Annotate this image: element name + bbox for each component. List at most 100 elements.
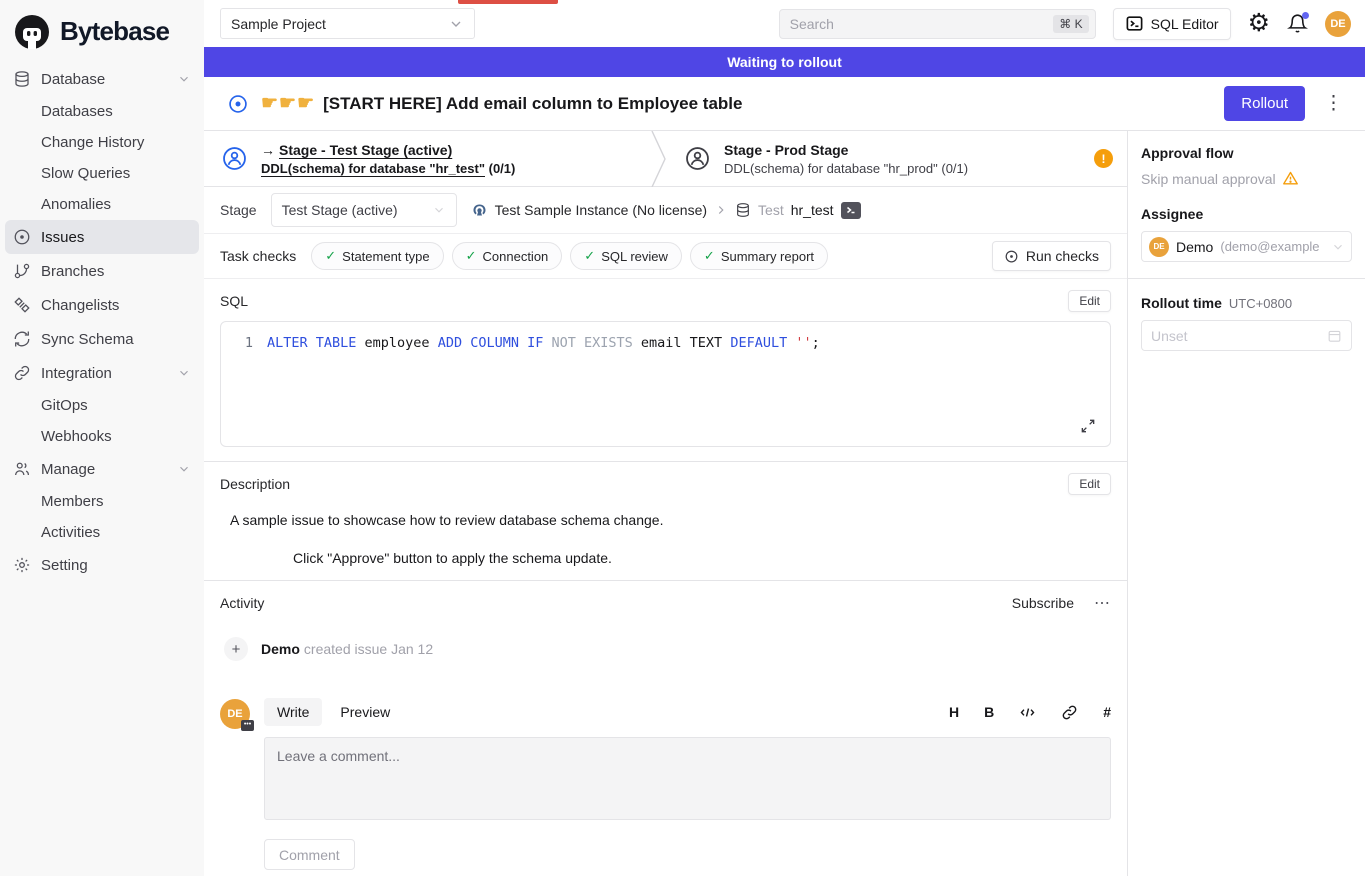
tab-preview[interactable]: Preview (327, 698, 403, 726)
link-format-button[interactable] (1061, 704, 1078, 721)
description-section: Description Edit A sample issue to showc… (204, 461, 1127, 580)
description-edit-button[interactable]: Edit (1068, 473, 1111, 495)
sync-icon (13, 330, 31, 348)
heading-format-button[interactable]: H (949, 704, 959, 720)
actor-name: Demo (261, 641, 300, 657)
sql-code-editor[interactable]: 1 ALTER TABLE employee ADD COLUMN IF NOT… (220, 321, 1111, 447)
comment-submit-button[interactable]: Comment (264, 839, 355, 870)
approval-flow-value: Skip manual approval (1141, 171, 1276, 187)
sidebar-item-members[interactable]: Members (5, 486, 199, 517)
check-icon: ✓ (704, 248, 715, 264)
chevron-down-icon (448, 16, 464, 32)
check-pill-connection[interactable]: ✓Connection (452, 242, 563, 270)
comment-bubble-icon: ••• (241, 720, 254, 731)
link-icon (13, 364, 31, 382)
check-icon: ✓ (466, 248, 477, 264)
attention-badge-icon: ! (1094, 149, 1113, 168)
user-avatar[interactable]: DE (1325, 11, 1351, 37)
more-options-icon[interactable]: ⋯ (1094, 593, 1111, 613)
gear-icon (13, 556, 31, 574)
stage-card-prod[interactable]: Stage - Prod Stage DDL(schema) for datab… (667, 131, 1127, 186)
pencil-ruler-icon (13, 296, 31, 314)
notification-dot (1302, 12, 1309, 19)
sidebar-item-integration[interactable]: Integration (5, 356, 199, 390)
search-input[interactable] (790, 16, 1054, 32)
sidebar-item-database[interactable]: Database (5, 62, 199, 96)
sidebar-item-databases[interactable]: Databases (5, 96, 199, 127)
pointing-hand-emoji: ☛☛☛ (261, 92, 315, 115)
expand-icon[interactable] (1080, 418, 1096, 434)
chevron-down-icon (177, 462, 191, 476)
project-selector[interactable]: Sample Project (220, 8, 475, 39)
branch-icon (13, 262, 31, 280)
sidebar-item-manage[interactable]: Manage (5, 452, 199, 486)
run-checks-button[interactable]: Run checks (992, 241, 1111, 271)
warning-triangle-icon (1282, 170, 1299, 187)
sidebar-item-webhooks[interactable]: Webhooks (5, 421, 199, 452)
stage-select-row: Stage Test Stage (active) Test Sample In… (204, 187, 1127, 234)
sidebar-item-issues[interactable]: Issues (5, 220, 199, 254)
issue-reference-button[interactable]: # (1103, 704, 1111, 720)
project-selector-value: Sample Project (231, 16, 326, 32)
database-breadcrumb: Test Sample Instance (No license) Test h… (471, 202, 861, 219)
check-pill-sql-review[interactable]: ✓SQL review (570, 242, 682, 270)
open-sql-editor-icon[interactable] (841, 202, 861, 219)
sidebar-item-slow-queries[interactable]: Slow Queries (5, 158, 199, 189)
sql-statement: ALTER TABLE employee ADD COLUMN IF NOT E… (267, 333, 820, 353)
bold-format-button[interactable]: B (984, 704, 994, 720)
task-checks-row: Task checks ✓Statement type ✓Connection … (204, 234, 1127, 279)
activity-section: Activity Subscribe ⋯ + Democreated issue… (204, 580, 1127, 876)
activity-label: Activity (220, 595, 264, 611)
chevron-down-icon (177, 72, 191, 86)
bytebase-logo[interactable]: Bytebase (0, 0, 204, 62)
sidebar-item-changelists[interactable]: Changelists (5, 288, 199, 322)
breadcrumb-separator (714, 203, 728, 217)
assignee-select[interactable]: DE Demo (demo@example (1141, 231, 1352, 262)
screen-artifact (458, 0, 558, 4)
sql-editor-button[interactable]: SQL Editor (1113, 8, 1231, 40)
kebab-menu-icon[interactable]: ⋮ (1318, 92, 1349, 115)
sidebar-item-branches[interactable]: Branches (5, 254, 199, 288)
check-pill-statement-type[interactable]: ✓Statement type (311, 242, 443, 270)
subscribe-button[interactable]: Subscribe (1012, 595, 1074, 611)
sql-section: SQL Edit 1 ALTER TABLE employee ADD COLU… (204, 279, 1127, 461)
stage-card-test[interactable]: →Stage - Test Stage (active) DDL(schema)… (204, 131, 651, 186)
check-icon: ✓ (325, 248, 336, 264)
sidebar-item-anomalies[interactable]: Anomalies (5, 189, 199, 220)
database-icon (13, 70, 31, 88)
run-icon (1004, 249, 1019, 264)
code-format-button[interactable] (1019, 704, 1036, 721)
sidebar-item-activities[interactable]: Activities (5, 517, 199, 548)
issue-header: ☛☛☛ [START HERE] Add email column to Emp… (204, 77, 1365, 130)
topbar: Sample Project ⌘ K SQL Editor ⚙ DE (204, 0, 1365, 47)
stage-select[interactable]: Test Stage (active) (271, 193, 457, 227)
search-box[interactable]: ⌘ K (779, 9, 1096, 39)
sidebar-item-change-history[interactable]: Change History (5, 127, 199, 158)
instance-name[interactable]: Test Sample Instance (No license) (495, 202, 707, 218)
sidebar-item-setting[interactable]: Setting (5, 548, 199, 582)
issue-side-panel: Approval flow Skip manual approval Assig… (1128, 131, 1365, 876)
sql-edit-button[interactable]: Edit (1068, 290, 1111, 312)
panel-divider (1128, 278, 1365, 279)
bytebase-mascot-icon (12, 12, 52, 52)
page-title: ☛☛☛ [START HERE] Add email column to Emp… (261, 92, 743, 115)
sidebar-item-sync-schema[interactable]: Sync Schema (5, 322, 199, 356)
sql-label: SQL (220, 293, 248, 309)
database-name[interactable]: hr_test (791, 202, 834, 218)
comment-input[interactable] (264, 737, 1111, 820)
sidebar-nav: Database Databases Change History Slow Q… (0, 62, 204, 582)
timezone-label: UTC+0800 (1229, 296, 1292, 311)
status-banner: Waiting to rollout (204, 47, 1365, 77)
plus-icon: + (224, 637, 248, 661)
tab-write[interactable]: Write (264, 698, 322, 726)
rollout-button[interactable]: Rollout (1224, 86, 1305, 121)
active-stage-arrow: → (261, 142, 275, 158)
rollout-time-input[interactable]: Unset (1141, 320, 1352, 351)
sidebar-item-gitops[interactable]: GitOps (5, 390, 199, 421)
check-pill-summary-report[interactable]: ✓Summary report (690, 242, 828, 270)
person-circle-icon (684, 145, 711, 172)
notification-bell-icon[interactable] (1287, 13, 1308, 34)
terminal-icon (1125, 14, 1144, 33)
check-icon: ✓ (584, 248, 595, 264)
settings-gear-icon[interactable]: ⚙ (1248, 11, 1270, 36)
